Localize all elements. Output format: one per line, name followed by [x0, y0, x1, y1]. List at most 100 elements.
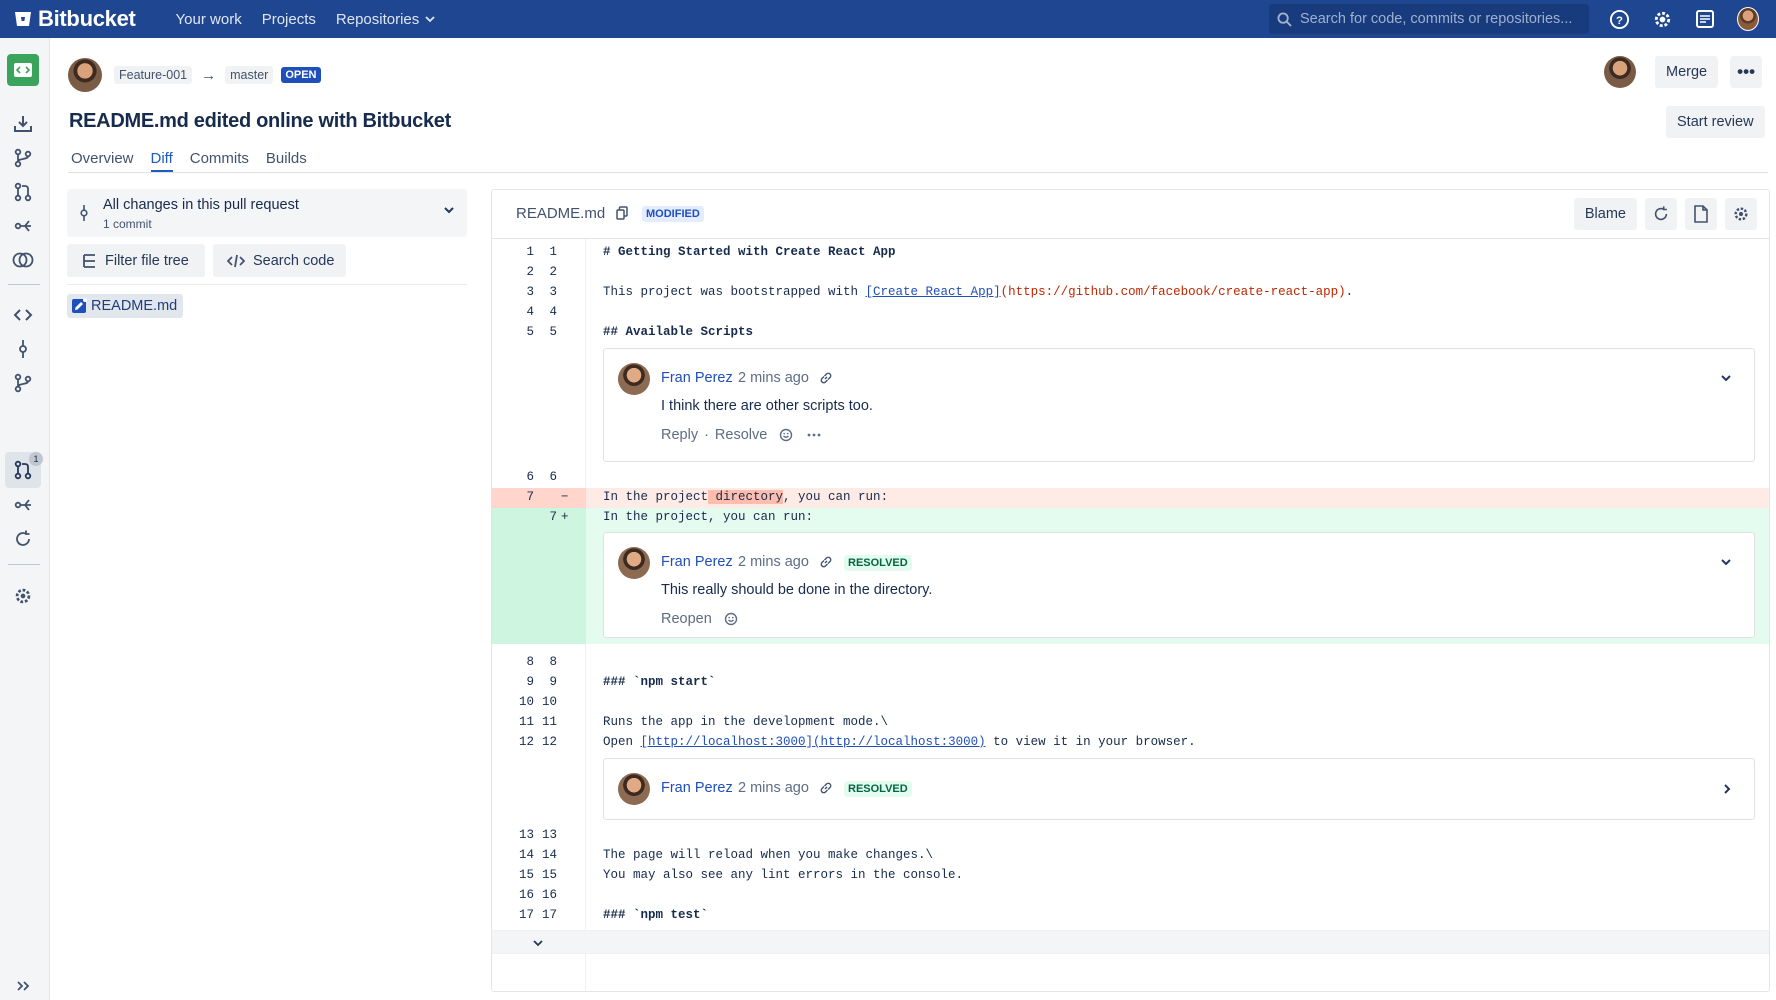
search-input[interactable]: Search for code, commits or repositories… — [1269, 4, 1589, 34]
changes-scope-selector[interactable]: All changes in this pull request 1 commi… — [67, 189, 467, 237]
user-avatar[interactable] — [1737, 7, 1759, 31]
link-icon[interactable] — [819, 371, 833, 385]
emoji-reaction-icon[interactable] — [724, 612, 738, 626]
branches-icon[interactable] — [11, 371, 35, 395]
copy-icon[interactable] — [616, 206, 628, 220]
view-file-icon[interactable] — [1685, 198, 1717, 230]
diff-panel: README.md MODIFIED Blame 1 1 # Getting S… — [491, 189, 1770, 992]
line-number-old: 10 — [518, 695, 534, 709]
start-review-button[interactable]: Start review — [1666, 106, 1765, 138]
chevron-down-icon[interactable] — [1720, 373, 1732, 383]
repository-icon[interactable] — [7, 54, 39, 86]
line-text: ### `npm test` — [603, 908, 709, 922]
file-name: README.md — [91, 298, 178, 314]
diff-line-added: 7 + In the project, you can run: — [492, 508, 1769, 528]
nav-projects[interactable]: Projects — [262, 11, 316, 28]
diff-line: 14 14 The page will reload when you make… — [492, 846, 1769, 866]
diff-line: 1 1 # Getting Started with Create React … — [492, 243, 1769, 263]
status-badge: OPEN — [281, 67, 321, 83]
markdown-link[interactable]: [http://localhost:3000](http://localhost… — [641, 735, 986, 749]
changes-title: All changes in this pull request — [103, 197, 299, 213]
filter-file-tree-button[interactable]: Filter file tree — [67, 244, 205, 277]
branch-icon[interactable] — [11, 146, 35, 170]
emoji-reaction-icon[interactable] — [779, 428, 793, 442]
nav-repositories[interactable]: Repositories — [336, 11, 435, 28]
help-icon[interactable]: ? — [1608, 8, 1630, 30]
commits-icon[interactable] — [11, 337, 35, 361]
author-avatar — [68, 58, 102, 92]
line-text: This project was bootstrapped with [Crea… — [603, 285, 1353, 299]
line-text: In the project, you can run: — [603, 510, 814, 524]
tab-overview[interactable]: Overview — [71, 150, 134, 172]
file-tree-item[interactable]: README.md — [67, 294, 184, 318]
chevron-right-icon[interactable] — [1722, 783, 1732, 795]
comment-time[interactable]: 2 mins ago — [738, 554, 809, 570]
repository-settings-icon[interactable] — [11, 584, 35, 608]
tab-builds[interactable]: Builds — [266, 150, 307, 172]
sync-icon[interactable] — [11, 527, 35, 551]
diff-file-header: README.md MODIFIED Blame — [492, 190, 1769, 239]
line-text: Open [http://localhost:3000](http://loca… — [603, 735, 1196, 749]
diff-line: 15 15 You may also see any lint errors i… — [492, 866, 1769, 886]
pull-request-icon[interactable] — [11, 180, 35, 204]
comment-author[interactable]: Fran Perez — [661, 370, 733, 386]
diff-settings-icon[interactable] — [1725, 198, 1757, 230]
resolved-badge: RESOLVED — [844, 781, 912, 797]
pr-tabs: Overview Diff Commits Builds — [71, 150, 324, 172]
refresh-icon[interactable] — [1645, 198, 1677, 230]
chevron-down-icon[interactable] — [1720, 557, 1732, 567]
pr-count-badge: 1 — [29, 452, 43, 466]
more-actions-icon[interactable]: ••• — [1730, 56, 1763, 88]
link-icon[interactable] — [819, 555, 833, 569]
line-number-new: 6 — [549, 470, 557, 484]
reopen-link[interactable]: Reopen — [661, 611, 712, 627]
line-number-new: 17 — [541, 908, 557, 922]
comment-time[interactable]: 2 mins ago — [738, 370, 809, 386]
left-sidebar: 1 — [0, 38, 50, 1000]
settings-gear-icon[interactable] — [1651, 8, 1673, 30]
resolve-link[interactable]: Resolve — [715, 427, 767, 443]
bitbucket-logo-icon — [15, 12, 31, 26]
commit-count: 1 commit — [103, 217, 152, 231]
expand-more-lines[interactable] — [492, 930, 1769, 954]
added-gutter — [492, 508, 586, 644]
reply-link[interactable]: Reply — [661, 427, 698, 443]
notifications-icon[interactable] — [1694, 8, 1716, 30]
line-number-old: 2 — [526, 265, 534, 279]
search-code-button[interactable]: Search code — [213, 244, 346, 277]
line-text: ### `npm start` — [603, 675, 716, 689]
link-icon[interactable] — [819, 781, 833, 795]
comment-thread: Fran Perez 2 mins ago RESOLVED This real… — [603, 532, 1755, 638]
tab-commits[interactable]: Commits — [190, 150, 249, 172]
added-marker: + — [561, 510, 569, 524]
blame-button[interactable]: Blame — [1573, 198, 1637, 230]
commenter-avatar — [618, 363, 650, 395]
more-options-icon[interactable] — [807, 433, 821, 437]
comment-time[interactable]: 2 mins ago — [738, 780, 809, 796]
target-branch[interactable]: master — [225, 66, 274, 84]
source-code-icon[interactable] — [11, 303, 35, 327]
comment-author[interactable]: Fran Perez — [661, 554, 733, 570]
source-branch[interactable]: Feature-001 — [114, 66, 193, 84]
tab-diff[interactable]: Diff — [150, 150, 173, 172]
deployments-icon[interactable] — [11, 493, 35, 517]
removed-word-highlight: directory — [708, 490, 784, 504]
commit-icon — [80, 205, 88, 221]
pipelines-icon[interactable] — [11, 214, 35, 238]
bitbucket-logo[interactable]: Bitbucket — [14, 6, 136, 32]
line-number-old: 11 — [518, 715, 534, 729]
compare-icon[interactable] — [11, 248, 35, 272]
text-segment: to view it in your browser. — [985, 735, 1196, 749]
markdown-link[interactable]: [Create React App] — [866, 285, 1001, 299]
comment-author[interactable]: Fran Perez — [661, 780, 733, 796]
line-number-old: 17 — [518, 908, 534, 922]
reviewer-avatar[interactable] — [1604, 56, 1636, 88]
tabs-divider — [68, 172, 1768, 173]
source-download-icon[interactable] — [11, 112, 35, 136]
expand-sidebar-icon[interactable] — [11, 974, 35, 998]
nav-your-work[interactable]: Your work — [176, 11, 242, 28]
search-code-label: Search code — [253, 252, 335, 269]
comment-text: I think there are other scripts too. — [661, 398, 873, 414]
line-text: In the project directory, you can run: — [603, 490, 888, 504]
merge-button[interactable]: Merge — [1655, 56, 1719, 88]
